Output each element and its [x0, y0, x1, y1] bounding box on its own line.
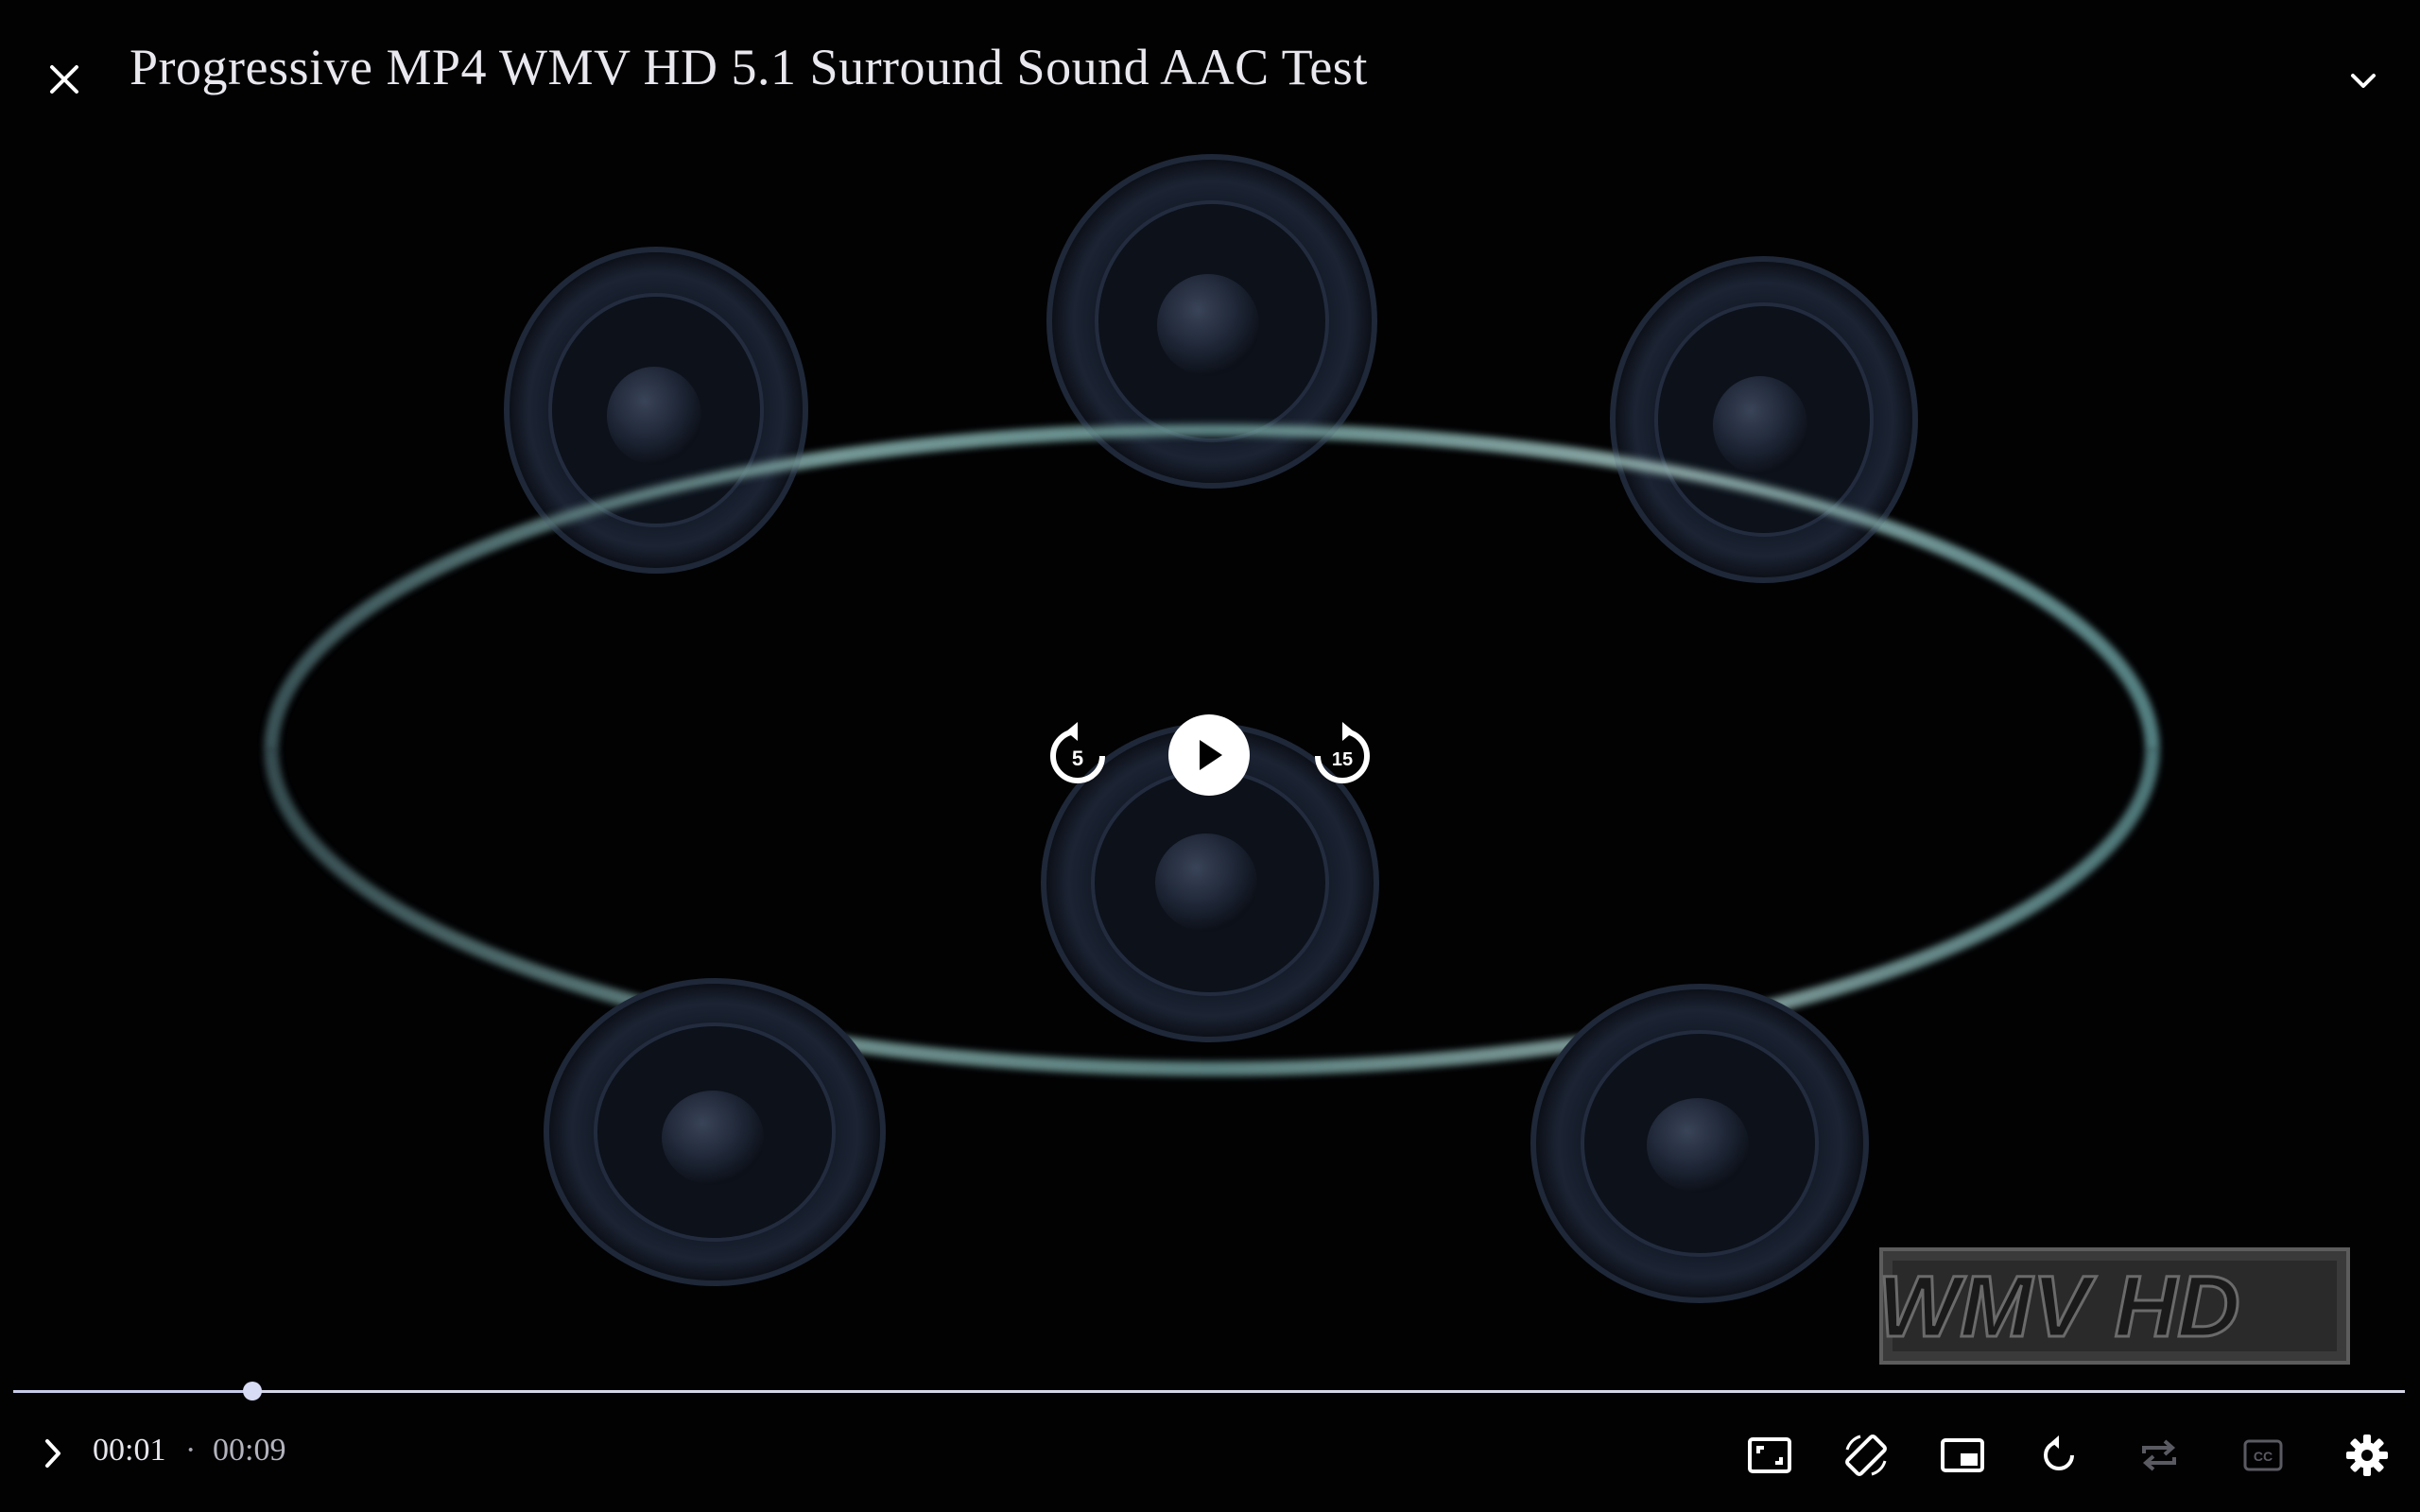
- forward-button[interactable]: 15: [1305, 718, 1380, 794]
- top-bar: Progressive MP4 WMV HD 5.1 Surround Soun…: [0, 0, 2420, 151]
- close-icon: [50, 65, 78, 94]
- aspect-ratio-button[interactable]: [1743, 1429, 1796, 1482]
- closed-captions-button[interactable]: CC: [2237, 1429, 2290, 1482]
- speaker-top-right: [1610, 256, 1918, 583]
- restart-button[interactable]: [2032, 1429, 2085, 1482]
- picture-in-picture-icon: [1941, 1438, 1984, 1472]
- gear-icon: [2346, 1435, 2388, 1476]
- play-icon: [1200, 740, 1222, 770]
- video-player[interactable]: Progressive MP4 WMV HD 5.1 Surround Soun…: [0, 0, 2420, 1512]
- forward-seconds-label: 15: [1332, 749, 1353, 770]
- center-controls: 5 15: [1040, 707, 1380, 805]
- time-separator: ·: [185, 1433, 197, 1468]
- replay-5-icon: 5: [1050, 722, 1105, 783]
- video-title: Progressive MP4 WMV HD 5.1 Surround Soun…: [130, 39, 1368, 95]
- seek-fill: [13, 1390, 252, 1393]
- expand-button[interactable]: [32, 1433, 74, 1474]
- aspect-ratio-icon: [1748, 1437, 1791, 1473]
- speaker-bottom-right: [1530, 984, 1869, 1303]
- chevron-down-icon: [2351, 74, 2376, 88]
- rotate-screen-button[interactable]: [1840, 1429, 1893, 1482]
- replay-icon: [2044, 1435, 2074, 1470]
- collapse-button[interactable]: [2341, 59, 2386, 104]
- forward-15-icon: 15: [1315, 722, 1370, 783]
- repeat-button[interactable]: [2133, 1429, 2186, 1482]
- settings-button[interactable]: [2341, 1429, 2394, 1482]
- close-button[interactable]: [38, 53, 91, 106]
- current-time: 00:01: [93, 1433, 166, 1468]
- picture-in-picture-button[interactable]: [1936, 1429, 1989, 1482]
- closed-captions-icon: CC: [2243, 1439, 2283, 1471]
- seek-track: [13, 1390, 2405, 1393]
- seek-thumb[interactable]: [243, 1382, 262, 1400]
- watermark-text: WMV HD: [1879, 1259, 2240, 1355]
- speaker-bottom-left: [544, 978, 886, 1286]
- rewind-button[interactable]: 5: [1040, 718, 1115, 794]
- play-button[interactable]: [1168, 714, 1250, 796]
- repeat-icon: [2142, 1439, 2176, 1471]
- chevron-right-icon: [45, 1439, 60, 1468]
- rewind-seconds-label: 5: [1072, 747, 1083, 770]
- bottom-bar: 00:01 · 00:09 CC: [0, 1414, 2420, 1512]
- seek-bar[interactable]: [13, 1382, 2405, 1400]
- svg-text:CC: CC: [2254, 1449, 2273, 1464]
- wmv-hd-logo: WMV HD: [1876, 1247, 2350, 1365]
- total-time: 00:09: [213, 1433, 286, 1468]
- screen-rotation-icon: [1845, 1435, 1887, 1476]
